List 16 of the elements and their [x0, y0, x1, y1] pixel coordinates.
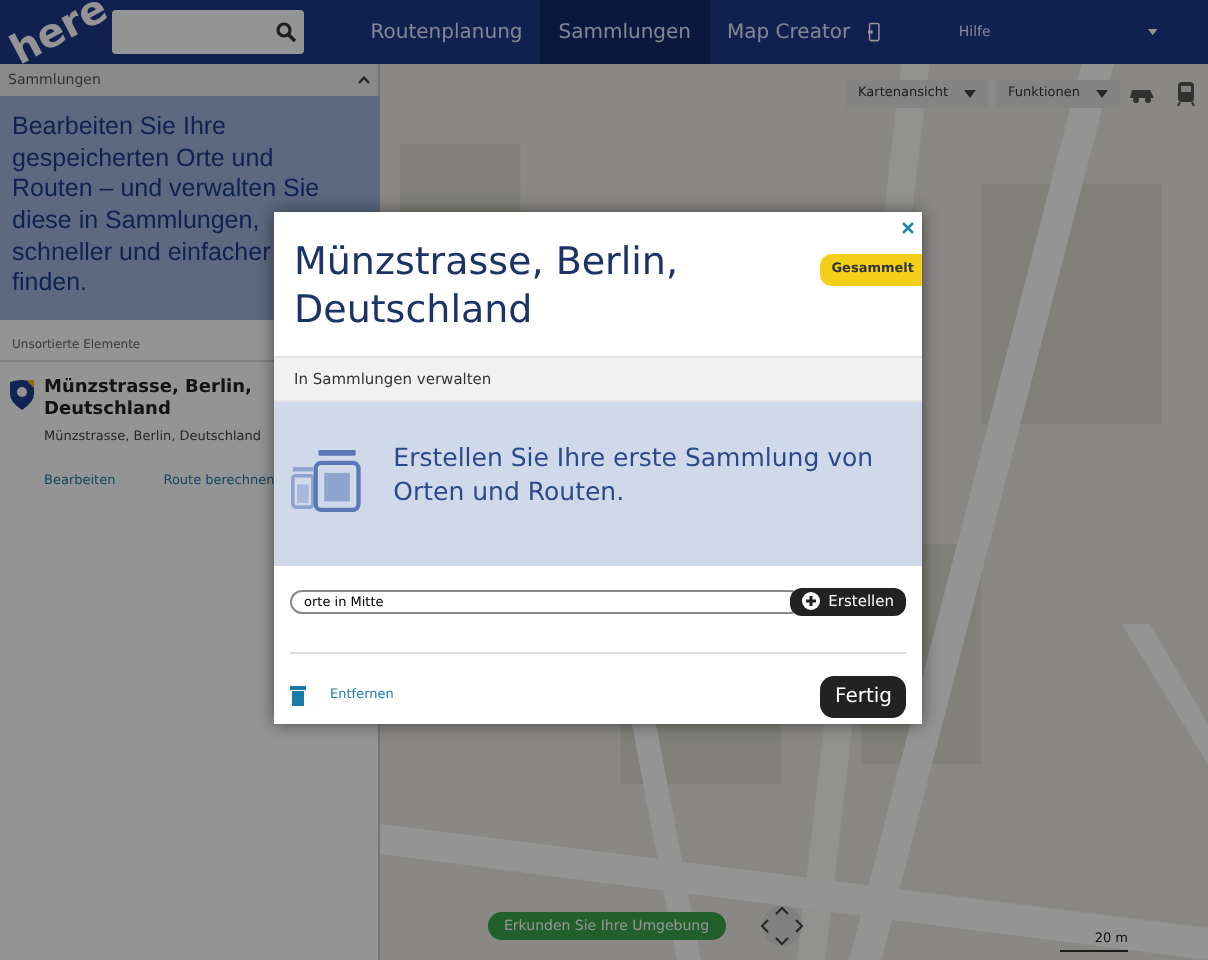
close-button[interactable] [902, 220, 914, 238]
caret-icon [1096, 89, 1108, 98]
promo-text: Erstellen Sie Ihre erste Sammlung von Orten und Routen. [393, 442, 876, 508]
search-field[interactable] [112, 10, 305, 54]
phone-icon[interactable] [868, 20, 881, 44]
search-icon[interactable] [276, 22, 297, 42]
nav-tab[interactable]: Sammlungen [540, 0, 710, 64]
caret-icon [964, 89, 977, 98]
trash-icon[interactable] [290, 686, 306, 706]
collapse-icon[interactable] [358, 76, 370, 84]
item-title: Münzstrasse, Berlin, Deutschland [44, 377, 254, 421]
done-button[interactable]: Fertig [820, 675, 906, 717]
train-icon[interactable] [1176, 81, 1196, 106]
caret-icon[interactable] [1148, 28, 1158, 36]
plus-icon [802, 592, 821, 611]
pin-icon [8, 377, 36, 410]
